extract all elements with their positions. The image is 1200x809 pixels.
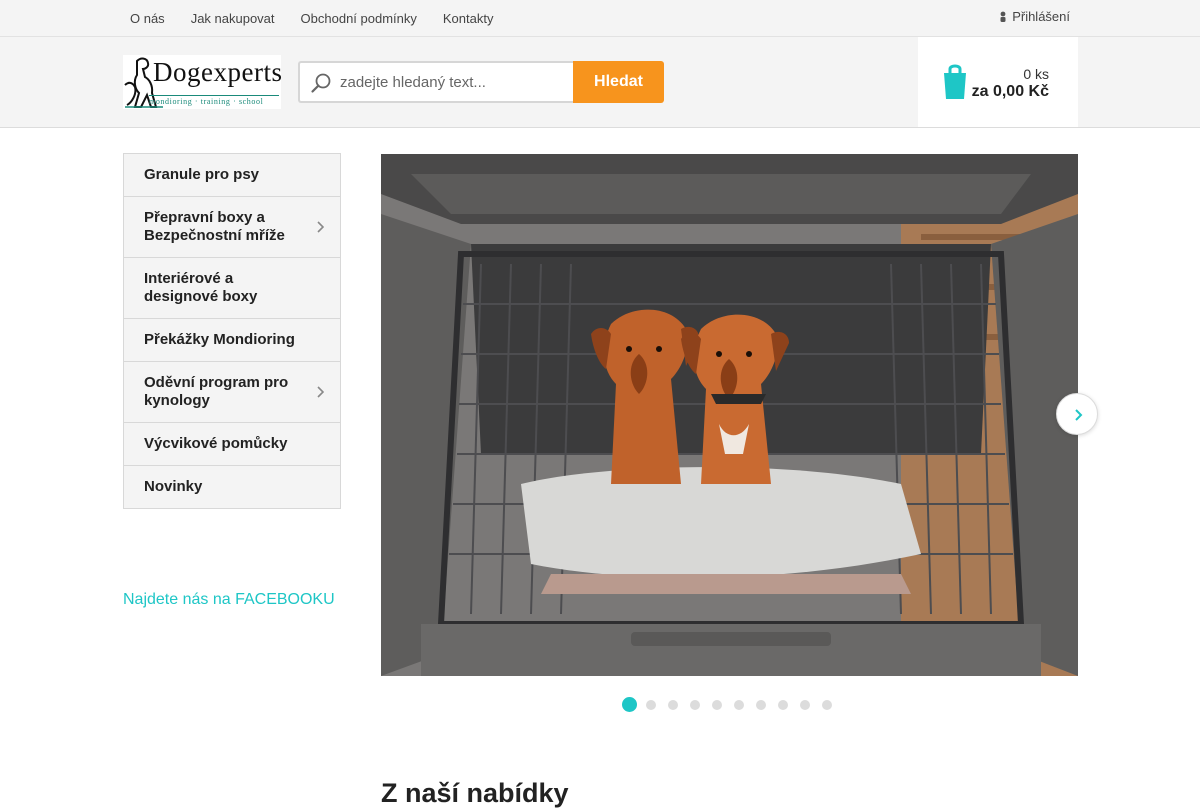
cart-total: za 0,00 Kč [971, 83, 1049, 100]
cart-count: 0 ks [1023, 66, 1049, 82]
top-navigation: O nás Jak nakupovat Obchodní podmínky Ko… [122, 0, 511, 36]
user-icon [1000, 11, 1006, 22]
logo-subtitle: mondioring · training · school [149, 97, 264, 106]
search-form: Hledat [298, 61, 664, 103]
category-novinky[interactable]: Novinky [124, 466, 340, 508]
chevron-right-icon [317, 386, 324, 398]
logo-text: Dogexperts [153, 57, 283, 87]
category-label: Přepravní boxy a Bezpečnostní mříže [144, 209, 285, 244]
category-label: Výcvikové pomůcky [144, 435, 288, 452]
category-menu: Granule pro psy Přepravní boxy a Bezpečn… [123, 153, 341, 509]
slider-pagination [622, 697, 844, 712]
slider-dot-8[interactable] [778, 699, 788, 710]
nav-link-obchodni-podminky[interactable]: Obchodní podmínky [293, 11, 425, 26]
section-title: Z naší nabídky [381, 778, 569, 808]
slider-dot-6[interactable] [734, 699, 744, 710]
search-icon [311, 73, 331, 93]
logo-divider [149, 95, 279, 96]
chevron-right-icon [1075, 409, 1083, 421]
slide-image [381, 154, 1078, 676]
nav-link-o-nas[interactable]: O nás [122, 11, 173, 26]
slider-dot-2[interactable] [646, 699, 656, 710]
shopping-bag-icon [944, 64, 966, 99]
category-prepravni-boxy[interactable]: Přepravní boxy a Bezpečnostní mříže [124, 197, 340, 258]
nav-link-jak-nakupovat[interactable]: Jak nakupovat [183, 11, 283, 26]
slider-dot-1[interactable] [622, 697, 637, 712]
slider-dot-9[interactable] [800, 699, 810, 710]
category-granule[interactable]: Granule pro psy [124, 154, 340, 197]
category-label: Překážky Mondioring [144, 331, 295, 348]
slider-dot-10[interactable] [822, 699, 832, 710]
search-input[interactable] [340, 63, 570, 101]
facebook-link[interactable]: Najdete nás na FACEBOOKU [123, 591, 335, 609]
header: Dogexperts mondioring · training · schoo… [0, 37, 1200, 128]
nav-link-kontakty[interactable]: Kontakty [435, 11, 502, 26]
slider-dot-3[interactable] [668, 699, 678, 710]
slider-dot-4[interactable] [690, 699, 700, 710]
slider-dot-5[interactable] [712, 699, 722, 710]
category-label: Oděvní program pro kynology [144, 374, 289, 409]
top-bar: O nás Jak nakupovat Obchodní podmínky Ko… [0, 0, 1200, 37]
slider-next-button[interactable] [1056, 393, 1098, 435]
category-label: Granule pro psy [144, 166, 260, 183]
category-interierove-boxy[interactable]: Interiérové a designové boxy [124, 258, 340, 319]
search-field [298, 61, 573, 103]
category-label: Novinky [144, 478, 203, 495]
search-button[interactable]: Hledat [573, 61, 664, 103]
login-link[interactable]: Přihlášení [1000, 9, 1070, 24]
category-odevni-program[interactable]: Oděvní program pro kynology [124, 362, 340, 423]
chevron-right-icon [317, 221, 324, 233]
category-vycvikove-pomucky[interactable]: Výcvikové pomůcky [124, 423, 340, 466]
hero-slider[interactable] [381, 154, 1078, 676]
category-label: Interiérové a designové boxy [144, 270, 258, 305]
category-prekazky-mondioring[interactable]: Překážky Mondioring [124, 319, 340, 362]
slider-dot-7[interactable] [756, 699, 766, 710]
login-label: Přihlášení [1012, 9, 1070, 24]
logo[interactable]: Dogexperts mondioring · training · schoo… [123, 55, 283, 109]
cart-widget[interactable]: 0 ks za 0,00 Kč [918, 37, 1078, 127]
